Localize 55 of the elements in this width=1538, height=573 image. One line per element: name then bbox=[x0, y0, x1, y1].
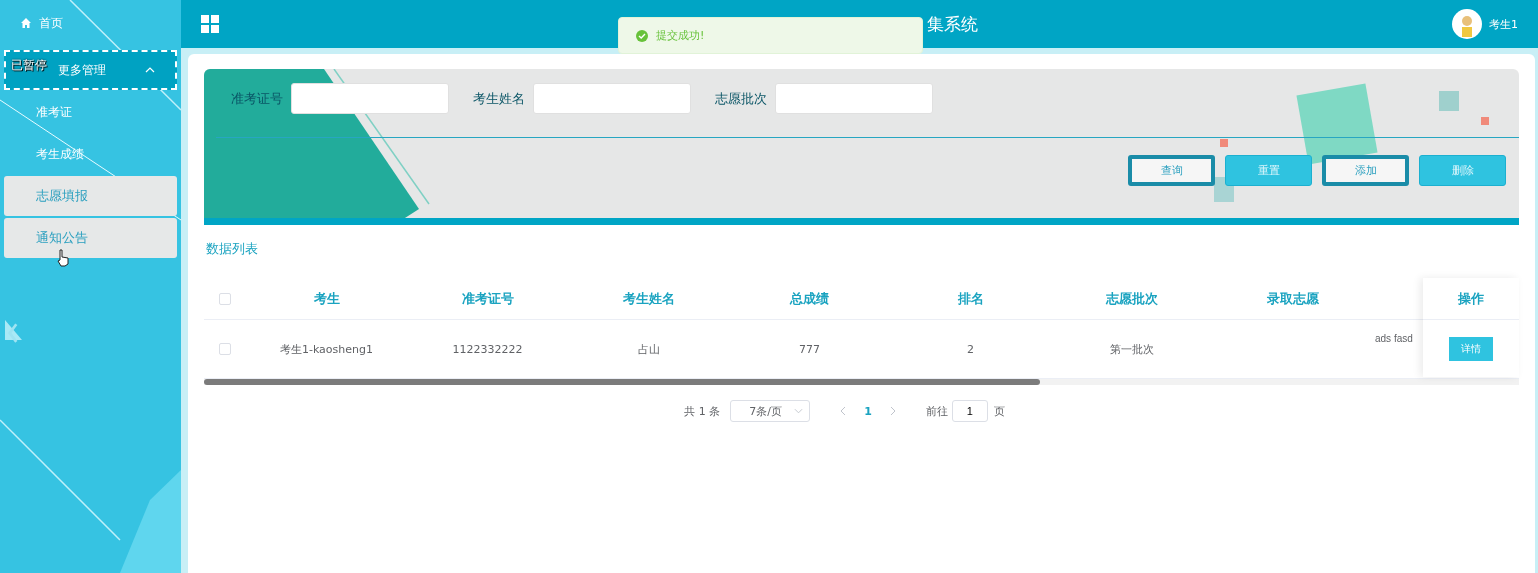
list-title: 数据列表 bbox=[206, 240, 259, 258]
column-header: 志愿批次 bbox=[1104, 289, 1159, 308]
column-header: 考生 bbox=[312, 289, 341, 308]
check-circle-icon bbox=[636, 29, 648, 42]
submenu-item[interactable]: 准考证 bbox=[4, 92, 177, 132]
column-header: 考生姓名 bbox=[621, 289, 676, 308]
toast-message: 提交成功! bbox=[656, 28, 705, 43]
scrollbar-thumb[interactable] bbox=[204, 379, 1040, 385]
caret-icon bbox=[794, 408, 804, 414]
action-button[interactable]: 添加 bbox=[1322, 155, 1409, 186]
table-cell-text: 2 bbox=[966, 341, 975, 358]
table-cell-text: 第一批次 bbox=[1108, 341, 1155, 358]
goto-label: 前往 bbox=[925, 403, 948, 419]
column-header: 操作 bbox=[1423, 278, 1519, 320]
column-header: 排名 bbox=[956, 289, 985, 308]
home-menu-item[interactable]: 首页 bbox=[0, 0, 181, 46]
grid-menu-icon[interactable] bbox=[201, 15, 219, 33]
avatar-icon[interactable] bbox=[1452, 9, 1482, 39]
submenu-item[interactable]: 志愿填报 bbox=[4, 176, 177, 216]
table-cell-text: 考生1-kaosheng1 bbox=[278, 341, 374, 358]
column-header: 总成绩 bbox=[788, 289, 830, 308]
input-field[interactable] bbox=[775, 83, 933, 114]
page-suffix: 页 bbox=[993, 403, 1005, 419]
action-button[interactable]: 重置 bbox=[1225, 155, 1312, 186]
column-header: 准考证号 bbox=[460, 289, 515, 308]
field-label: 考生姓名 bbox=[473, 89, 525, 108]
pointer-hand-icon bbox=[56, 249, 70, 267]
home-icon bbox=[20, 17, 32, 29]
input-field[interactable] bbox=[533, 83, 691, 114]
column-header: 录取志愿 bbox=[1265, 289, 1320, 308]
page-input[interactable]: 1 bbox=[951, 400, 988, 422]
table-cell-text: 占山 bbox=[636, 341, 661, 358]
page-size-select[interactable]: 7条/页 bbox=[730, 400, 811, 422]
system-title: 集系统 bbox=[927, 12, 978, 36]
field-label: 准考证号 bbox=[231, 89, 283, 108]
checkbox[interactable] bbox=[219, 292, 231, 305]
menu-label: 首页 bbox=[39, 14, 63, 32]
checkbox[interactable] bbox=[219, 343, 231, 355]
table-cell: ads fasd bbox=[1375, 333, 1413, 344]
action-button[interactable]: 删除 bbox=[1419, 155, 1506, 186]
chevron-left-icon[interactable] bbox=[7, 322, 19, 344]
detail-button[interactable]: 详情 bbox=[1449, 337, 1493, 361]
submenu-item[interactable]: 考生成绩 bbox=[4, 134, 177, 174]
user-name[interactable]: 考生1 bbox=[1489, 16, 1518, 32]
previous-page-icon[interactable] bbox=[840, 406, 847, 416]
next-page-icon[interactable] bbox=[889, 406, 896, 416]
total-count: 共 1 条 bbox=[684, 403, 721, 419]
submenu-item[interactable]: 通知公告 bbox=[4, 218, 177, 258]
field-label: 志愿批次 bbox=[715, 89, 767, 108]
table-cell-text: 1122332222 bbox=[451, 341, 524, 358]
page-number[interactable]: 1 bbox=[864, 404, 872, 418]
paused-label: 已暂停 bbox=[11, 57, 47, 74]
action-button[interactable]: 查询 bbox=[1128, 155, 1215, 186]
table-cell-text: 777 bbox=[798, 341, 821, 358]
input-field[interactable] bbox=[291, 83, 449, 114]
